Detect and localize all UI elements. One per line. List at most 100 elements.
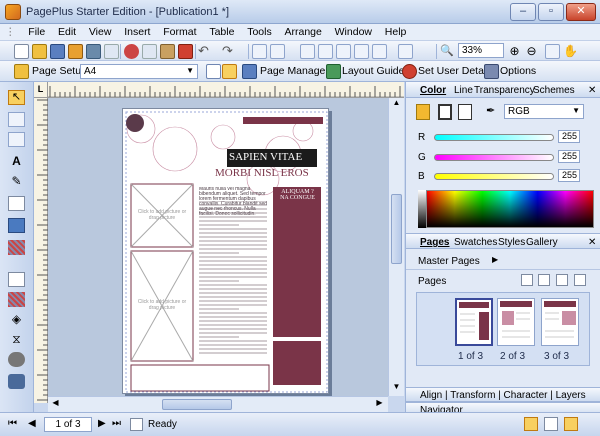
vertical-scrollbar[interactable]: ▲ ▼ xyxy=(388,98,404,396)
layout-guides-button[interactable]: Layout Guides xyxy=(342,65,410,77)
frame-tool-icon[interactable] xyxy=(8,272,25,287)
user-details-icon[interactable] xyxy=(402,64,417,79)
document-workspace[interactable]: SAPIEN VITAE MORBI NISL EROS ALIQUAM ? N… xyxy=(48,98,388,396)
paper-size-dropdown[interactable]: A4 ▼ xyxy=(80,64,198,79)
color-mode-dropdown[interactable]: RGB ▼ xyxy=(504,104,584,119)
print-icon[interactable] xyxy=(86,44,101,59)
menu-table[interactable]: Table xyxy=(204,24,239,38)
user-details-button[interactable]: Set User Details xyxy=(418,65,494,77)
options-button[interactable]: Options xyxy=(500,65,536,77)
save-icon[interactable] xyxy=(50,44,65,59)
horizontal-ruler[interactable] xyxy=(48,82,404,98)
publish-icon[interactable] xyxy=(68,44,83,59)
paste-icon[interactable] xyxy=(160,44,175,59)
page-number-field[interactable]: 1 of 3 xyxy=(44,417,92,432)
new-icon[interactable] xyxy=(14,44,29,59)
maximize-button[interactable]: ▫ xyxy=(538,3,564,21)
vertical-ruler[interactable] xyxy=(34,98,48,403)
menu-file[interactable]: File xyxy=(23,24,50,38)
zoom-in-icon[interactable]: ⊕ xyxy=(507,44,522,59)
page-setup-icon[interactable] xyxy=(14,64,29,79)
first-page-icon[interactable]: ⏮ xyxy=(8,418,17,429)
ungroup-icon[interactable] xyxy=(270,44,285,59)
b-value[interactable]: 255 xyxy=(558,169,580,182)
zoom-icon[interactable]: 🔍 xyxy=(440,44,455,59)
facing-pages-icon[interactable] xyxy=(544,417,558,431)
portrait-icon[interactable] xyxy=(206,64,221,79)
tab-swatches[interactable]: Swatches xyxy=(454,237,497,248)
next-page-icon[interactable]: ▶ xyxy=(98,418,106,429)
tab-transparency[interactable]: Transparency xyxy=(474,85,535,96)
format-painter-icon[interactable] xyxy=(178,44,193,59)
g-slider[interactable] xyxy=(434,154,554,161)
redo-icon[interactable]: ↷ xyxy=(222,44,237,59)
picture-tool-icon[interactable] xyxy=(8,218,25,233)
text-swatch-icon[interactable] xyxy=(458,104,472,120)
scroll-left-icon[interactable]: ◀ xyxy=(49,398,62,411)
menu-edit[interactable]: Edit xyxy=(53,24,81,38)
rectangle-tool-icon[interactable] xyxy=(8,196,25,211)
horizontal-scroll-thumb[interactable] xyxy=(162,399,232,410)
shape-icon[interactable] xyxy=(398,44,413,59)
minimize-button[interactable]: – xyxy=(510,3,536,21)
delete-page-icon[interactable] xyxy=(556,274,568,286)
horizontal-scrollbar[interactable]: ◀ ▶ xyxy=(48,396,388,412)
open-icon[interactable] xyxy=(32,44,47,59)
prev-page-icon[interactable]: ◀ xyxy=(28,418,36,429)
picture-placeholder-2[interactable]: Click to add picture or drag picture xyxy=(135,299,189,311)
page-setup-button[interactable]: Page Setup xyxy=(32,65,87,77)
panel-close-icon[interactable]: ✕ xyxy=(588,85,596,96)
tab-styles[interactable]: Styles xyxy=(498,237,525,248)
menu-format[interactable]: Format xyxy=(158,24,201,38)
tab-line[interactable]: Line xyxy=(454,85,473,96)
app-icon[interactable] xyxy=(5,4,21,20)
tab-schemes[interactable]: Schemes xyxy=(533,85,575,96)
tab-pages[interactable]: Pages xyxy=(420,237,449,248)
add-page-icon[interactable] xyxy=(521,274,533,286)
page-manager-icon[interactable] xyxy=(130,418,143,431)
expand-icon[interactable]: ▶ xyxy=(492,255,498,264)
fit-page-icon[interactable] xyxy=(545,44,560,59)
g-value[interactable]: 255 xyxy=(558,150,580,163)
hand-icon[interactable]: ✋ xyxy=(563,44,578,59)
r-value[interactable]: 255 xyxy=(558,130,580,143)
shadow-tool-icon[interactable] xyxy=(8,352,25,367)
layout-guides-icon[interactable] xyxy=(326,64,341,79)
normal-view-icon[interactable] xyxy=(524,417,538,431)
page-manager-button[interactable]: Page Manager xyxy=(260,65,329,77)
page-thumb-2[interactable] xyxy=(497,298,535,346)
scroll-up-icon[interactable]: ▲ xyxy=(390,98,403,111)
tab-color[interactable]: Color xyxy=(420,85,446,96)
hyperlink-tool-icon[interactable]: ⧖ xyxy=(8,332,25,347)
zoom-out-icon[interactable]: ⊖ xyxy=(524,44,539,59)
tab-gallery[interactable]: Gallery xyxy=(526,237,558,248)
flip-v-icon[interactable] xyxy=(336,44,351,59)
panel-close-icon[interactable]: ✕ xyxy=(588,237,596,248)
gray-strip[interactable] xyxy=(418,190,426,228)
undo-icon[interactable]: ↶ xyxy=(198,44,213,59)
zoom-dropdown[interactable]: 33% xyxy=(458,43,504,58)
flip-h-icon[interactable] xyxy=(318,44,333,59)
options-icon[interactable] xyxy=(484,64,499,79)
align-icon[interactable] xyxy=(300,44,315,59)
wrap-icon[interactable] xyxy=(372,44,387,59)
line-swatch-icon[interactable] xyxy=(438,104,452,120)
text-tool-icon[interactable]: A xyxy=(8,154,25,169)
menu-insert[interactable]: Insert xyxy=(119,24,155,38)
page-manager-icon[interactable] xyxy=(242,64,257,79)
crop-tool-icon[interactable] xyxy=(8,112,25,127)
color-picker-icon[interactable]: ✒ xyxy=(486,104,495,117)
master-pages-label[interactable]: Master Pages xyxy=(418,256,480,267)
master-view-icon[interactable] xyxy=(564,417,578,431)
menu-view[interactable]: View xyxy=(84,24,117,38)
clipart-tool-icon[interactable] xyxy=(8,240,25,255)
pointer-tool-icon[interactable]: ↖ xyxy=(8,90,25,105)
group-icon[interactable] xyxy=(252,44,267,59)
picture-placeholder-1[interactable]: Click to add picture or drag picture xyxy=(135,209,189,221)
rotate-icon[interactable] xyxy=(354,44,369,59)
page-thumb-1[interactable] xyxy=(455,298,493,346)
copy-icon[interactable] xyxy=(142,44,157,59)
menu-arrange[interactable]: Arrange xyxy=(280,24,327,38)
insert-page-icon[interactable] xyxy=(538,274,550,286)
color-spectrum[interactable] xyxy=(426,190,594,228)
